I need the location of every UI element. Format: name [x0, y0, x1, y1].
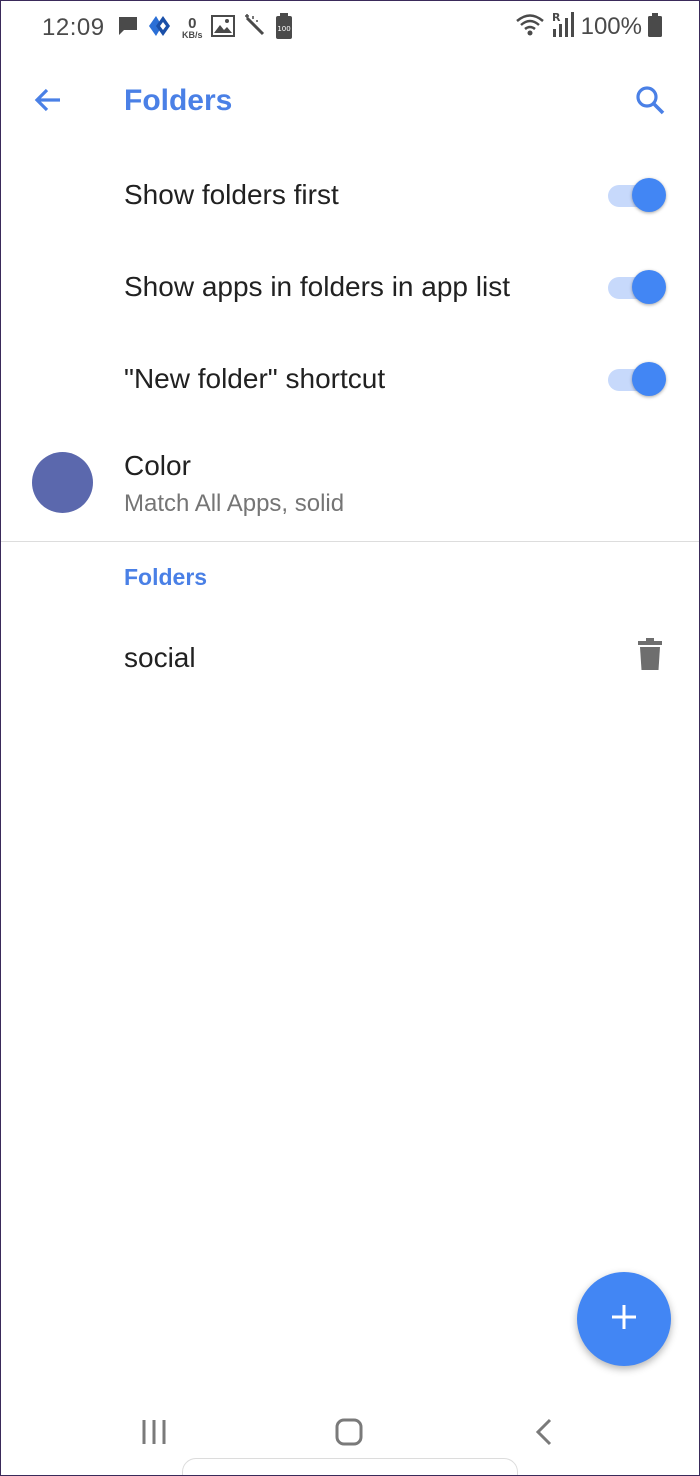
home-indicator — [182, 1458, 518, 1476]
setting-show-folders-first[interactable]: Show folders first — [0, 149, 700, 241]
switch-thumb — [632, 362, 666, 396]
home-icon — [334, 1417, 364, 1452]
page-title: Folders — [124, 84, 233, 117]
nav-back-button[interactable] — [520, 1414, 568, 1454]
color-title: Color — [124, 450, 191, 481]
setting-show-apps-in-folders[interactable]: Show apps in folders in app list — [0, 241, 700, 333]
setting-label: Show folders first — [124, 179, 339, 210]
net-speed-icon: 0 KB/s — [182, 16, 203, 40]
divider — [0, 541, 700, 542]
recent-apps-button[interactable] — [130, 1414, 178, 1454]
show-apps-in-folders-switch[interactable] — [608, 269, 666, 304]
folder-item[interactable]: social — [0, 612, 700, 704]
roaming-signal-icon: R — [551, 11, 575, 44]
color-swatch — [32, 452, 93, 513]
delete-icon — [638, 637, 662, 675]
recent-apps-icon — [140, 1419, 168, 1450]
app-notification-icon — [148, 14, 174, 43]
net-speed-unit: KB/s — [182, 30, 203, 40]
add-folder-button[interactable] — [577, 1272, 671, 1366]
magic-wand-icon — [243, 13, 267, 43]
switch-thumb — [632, 270, 666, 304]
back-arrow-icon — [32, 84, 64, 121]
delete-folder-button[interactable] — [634, 637, 666, 675]
show-folders-first-switch[interactable] — [608, 177, 666, 212]
search-button[interactable] — [630, 82, 670, 122]
status-time: 12:09 — [42, 14, 105, 41]
switch-thumb — [632, 178, 666, 212]
svg-text:100: 100 — [277, 25, 290, 33]
setting-label: Show apps in folders in app list — [124, 271, 510, 302]
image-icon — [210, 14, 235, 42]
wifi-icon — [515, 12, 545, 43]
back-icon — [534, 1417, 554, 1452]
home-button[interactable] — [325, 1414, 373, 1454]
status-bar: 12:09 0 KB/s 100 R 100% — [0, 0, 700, 56]
net-speed-value: 0 — [188, 15, 197, 32]
folder-name: social — [124, 642, 196, 673]
search-icon — [634, 84, 666, 121]
color-subtitle: Match All Apps, solid — [124, 490, 345, 517]
setting-new-folder-shortcut[interactable]: "New folder" shortcut — [0, 333, 700, 425]
setting-label: "New folder" shortcut — [124, 363, 386, 394]
battery-icon — [648, 12, 662, 42]
message-icon — [116, 14, 140, 43]
svg-text:R: R — [552, 11, 561, 24]
new-folder-shortcut-switch[interactable] — [608, 361, 666, 396]
color-setting[interactable]: Color Match All Apps, solid — [0, 432, 700, 540]
app-bar: Folders — [0, 60, 700, 144]
plus-icon — [610, 1303, 638, 1336]
folders-section-header: Folders — [124, 564, 208, 590]
battery-saver-icon: 100 — [275, 12, 293, 44]
status-icons-left: 0 KB/s 100 — [116, 12, 293, 44]
back-button[interactable] — [28, 82, 68, 122]
battery-percent: 100% — [580, 13, 642, 40]
status-icons-right: R 100% — [515, 11, 662, 44]
